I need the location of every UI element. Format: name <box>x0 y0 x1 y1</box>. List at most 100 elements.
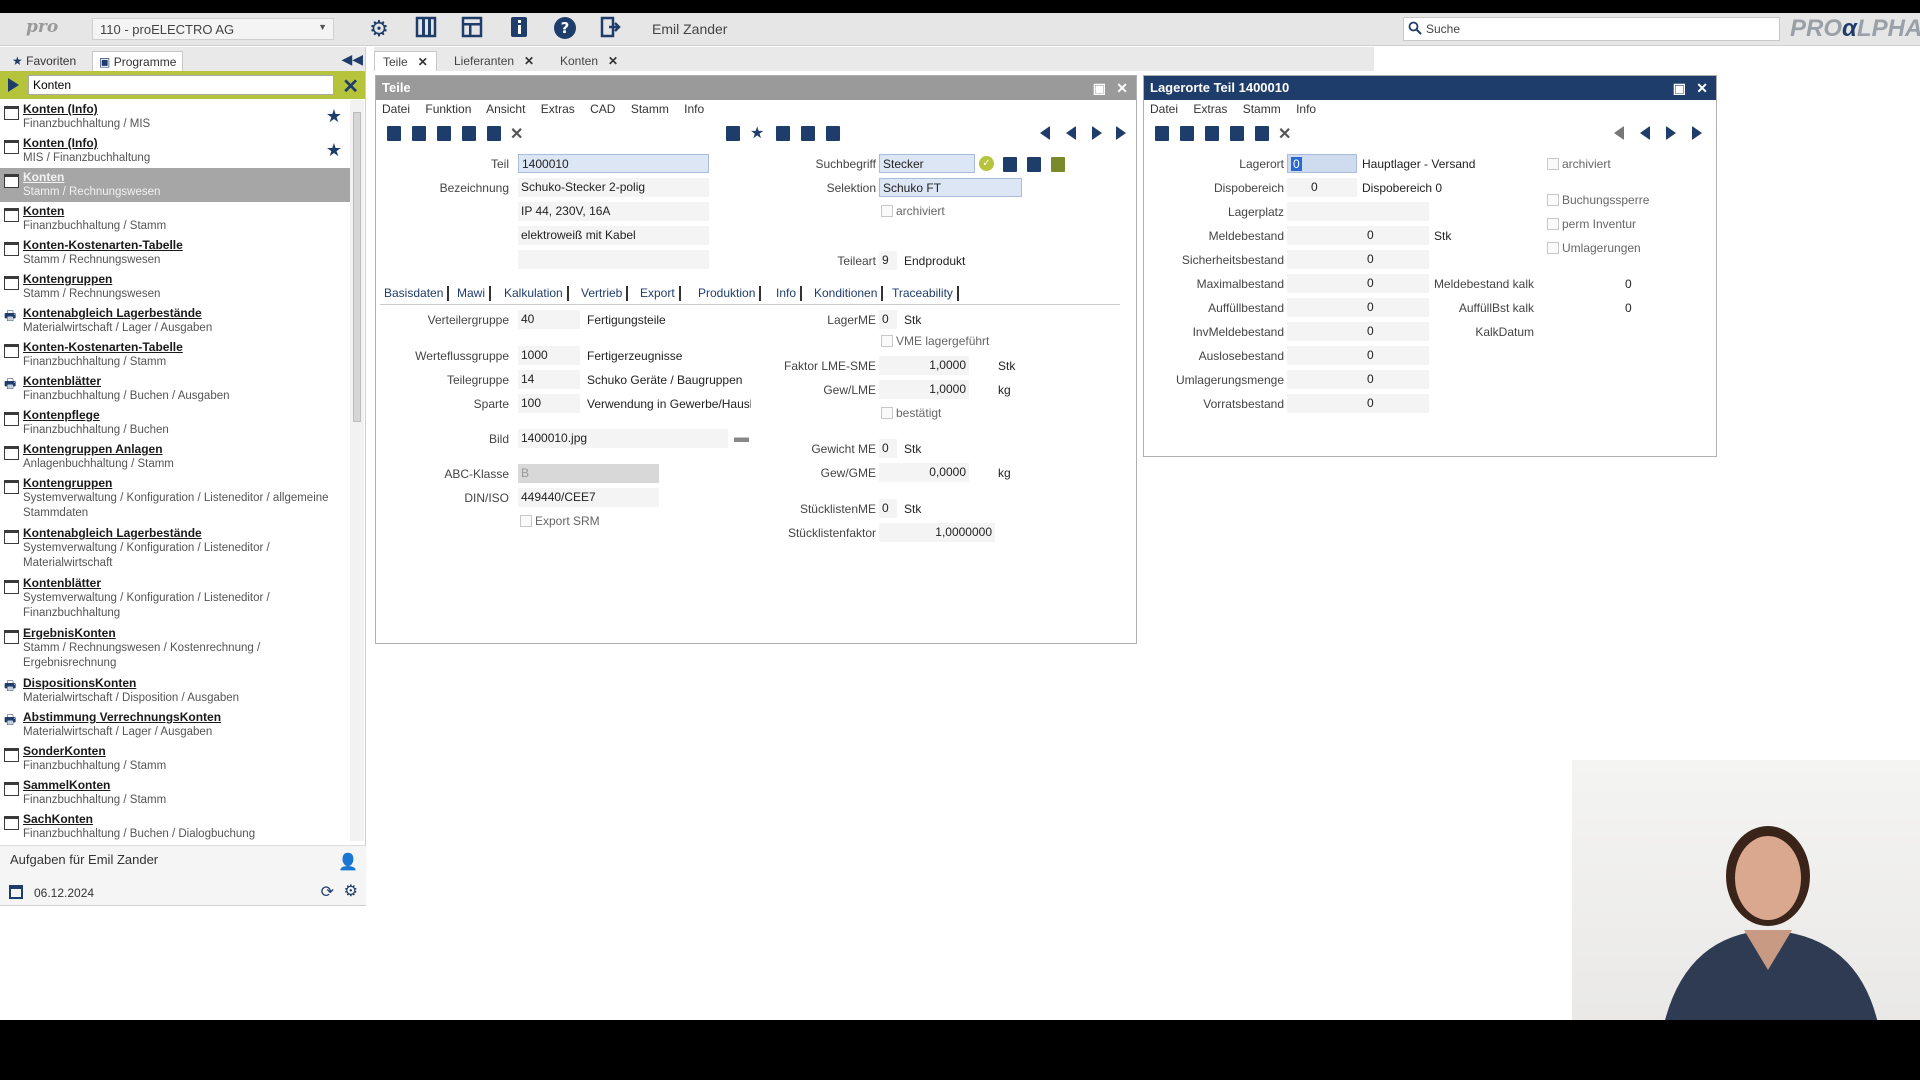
clear-search-icon[interactable]: ✕ <box>342 74 359 99</box>
program-search-input[interactable] <box>28 75 334 95</box>
folder-icon[interactable]: ▬ <box>734 429 749 446</box>
menu-info[interactable]: Info <box>1296 102 1316 116</box>
program-item[interactable]: Kontenblätter Systemverwaltung / Konfigur… <box>0 574 350 624</box>
last-record-icon[interactable] <box>1692 126 1702 140</box>
close-window-icon[interactable]: ✕ <box>1116 80 1128 97</box>
open-icon[interactable] <box>412 126 426 141</box>
lager-row-field[interactable]: 0 <box>1287 346 1429 365</box>
check-icon[interactable]: ✓ <box>979 156 994 171</box>
subtab-produktion[interactable]: Produktion <box>698 286 762 301</box>
global-search-input[interactable]: Suche <box>1403 17 1780 41</box>
program-item[interactable]: SammelKonten Finanzbuchhaltung / Stamm <box>0 776 350 810</box>
calendar-icon[interactable] <box>726 126 740 141</box>
info-icon[interactable] <box>506 16 532 42</box>
sparte-field[interactable]: 100 <box>518 394 580 413</box>
lager-row-field[interactable]: 0 <box>1287 250 1429 269</box>
lagerort-field[interactable]: 0 <box>1287 154 1357 173</box>
forward-icon[interactable] <box>776 126 790 141</box>
menu-extras[interactable]: Extras <box>541 102 575 116</box>
program-item[interactable]: Kontenpflege Finanzbuchhaltung / Buchen <box>0 406 350 440</box>
tab-favorites[interactable]: ★ Favoriten <box>6 51 82 71</box>
pro-logo[interactable]: pro <box>26 17 66 39</box>
teileart-code[interactable]: 9 <box>879 251 897 270</box>
first-record-icon[interactable] <box>1040 126 1050 140</box>
document-icon[interactable] <box>1003 157 1017 172</box>
delete-icon[interactable] <box>1255 126 1269 141</box>
program-item[interactable]: Konten (Info) Finanzbuchhaltung / MIS ★ <box>0 100 350 134</box>
new-icon[interactable] <box>1155 126 1169 141</box>
dispobereich-field[interactable]: 0 <box>1287 178 1357 197</box>
program-item[interactable]: 🖶 Abstimmung VerrechnungsKonten Materialwi… <box>0 708 350 742</box>
din-iso-field[interactable]: 449440/CEE7 <box>518 488 659 507</box>
user-icon[interactable]: 👤 <box>338 852 358 872</box>
columns-icon[interactable] <box>413 16 439 42</box>
gew-gme-field[interactable]: 0,0000 <box>879 463 969 482</box>
stuecklistenfaktor-field[interactable]: 1,0000000 <box>879 523 995 542</box>
menu-ansicht[interactable]: Ansicht <box>486 102 525 116</box>
maximize-icon[interactable]: ▣ <box>1093 80 1106 97</box>
bezeichnung-line2[interactable]: IP 44, 230V, 16A <box>518 202 709 221</box>
menu-funktion[interactable]: Funktion <box>425 102 471 116</box>
bild-field[interactable]: 1400010.jpg <box>518 429 728 448</box>
faktor-field[interactable]: 1,0000 <box>879 356 969 375</box>
subtab-vertrieb[interactable]: Vertrieb <box>581 286 629 301</box>
menu-info[interactable]: Info <box>684 102 704 116</box>
lager-row-field[interactable]: 0 <box>1287 370 1429 389</box>
favorite-star-icon[interactable]: ★ <box>750 123 764 143</box>
bezeichnung-line3[interactable]: elektroweiß mit Kabel <box>518 226 709 245</box>
tab-lieferanten[interactable]: Lieferanten ✕ <box>446 51 542 71</box>
program-item[interactable]: Konten (Info) MIS / Finanzbuchhaltung ★ <box>0 134 350 168</box>
program-item[interactable]: 🖶 DispositionsKonten Materialwirtschaft / … <box>0 674 350 708</box>
layout-icon[interactable] <box>459 16 485 42</box>
program-item[interactable]: Konten Stamm / Rechnungswesen <box>0 168 350 202</box>
favorite-star-icon[interactable]: ★ <box>326 106 342 127</box>
previous-record-icon[interactable] <box>1640 126 1650 140</box>
cancel-icon[interactable]: ✕ <box>510 124 523 144</box>
subtab-export[interactable]: Export <box>640 286 681 301</box>
export-srm-checkbox[interactable] <box>520 515 532 527</box>
lagerme-field[interactable]: 0 <box>879 310 897 329</box>
close-icon[interactable]: ✕ <box>524 54 534 68</box>
suchbegriff-field[interactable]: Stecker <box>879 154 975 173</box>
menu-stamm[interactable]: Stamm <box>1243 102 1281 116</box>
lager-row-field[interactable]: 0 <box>1287 298 1429 317</box>
company-select[interactable]: 110 - proELECTRO AG ▼ <box>92 18 334 40</box>
program-list-scrollbar[interactable] <box>350 100 364 841</box>
program-item[interactable]: SachKonten Finanzbuchhaltung / Buchen / D… <box>0 810 350 841</box>
tab-programs[interactable]: ▣ Programme <box>92 51 184 71</box>
program-item[interactable]: 🖶 Kontenblätter Finanzbuchhaltung / Buchen… <box>0 372 350 406</box>
maximize-icon[interactable]: ▣ <box>1673 80 1686 97</box>
next-record-icon[interactable] <box>1092 126 1102 140</box>
subtab-konditionen[interactable]: Konditionen <box>814 286 884 301</box>
previous-record-icon[interactable] <box>1066 126 1076 140</box>
refresh-icon[interactable]: ⟳ <box>321 882 334 902</box>
play-icon[interactable] <box>8 78 19 92</box>
selektion-field[interactable]: Schuko FT <box>879 178 1022 197</box>
next-record-icon[interactable] <box>1666 126 1676 140</box>
favorite-star-icon[interactable]: ★ <box>326 140 342 161</box>
calendar-icon[interactable] <box>9 885 23 899</box>
verteilergruppe-field[interactable]: 40 <box>518 310 580 329</box>
camera-icon[interactable] <box>826 126 840 141</box>
stuecklisten-me-field[interactable]: 0 <box>879 499 897 518</box>
menu-cad[interactable]: CAD <box>590 102 615 116</box>
last-record-icon[interactable] <box>1116 126 1126 140</box>
subtab-mawi[interactable]: Mawi <box>457 286 492 301</box>
subtab-info[interactable]: Info <box>776 286 803 301</box>
close-icon[interactable]: ✕ <box>608 54 618 68</box>
lager-row-field[interactable]: 0 <box>1287 394 1429 413</box>
program-item[interactable]: ErgebnisKonten Stamm / Rechnungswesen / K… <box>0 624 350 674</box>
teilegruppe-field[interactable]: 14 <box>518 370 580 389</box>
tab-teile[interactable]: Teile ✕ <box>374 51 437 71</box>
program-item[interactable]: Konten-Kostenarten-Tabelle Stamm / Rechnu… <box>0 236 350 270</box>
subtab-basisdaten[interactable]: Basisdaten <box>384 286 450 301</box>
lager-row-field[interactable]: 0 <box>1287 226 1429 245</box>
save-icon[interactable] <box>437 126 451 141</box>
program-item[interactable]: Kontenabgleich Lagerbestände Systemverwal… <box>0 524 350 574</box>
copy-icon[interactable] <box>1230 126 1244 141</box>
lager-checkbox[interactable] <box>1547 158 1559 170</box>
list-icon[interactable] <box>1051 157 1065 172</box>
werteflussgruppe-field[interactable]: 1000 <box>518 346 580 365</box>
delete-icon[interactable] <box>487 126 501 141</box>
program-item[interactable]: Konten-Kostenarten-Tabelle Finanzbuchhalt… <box>0 338 350 372</box>
